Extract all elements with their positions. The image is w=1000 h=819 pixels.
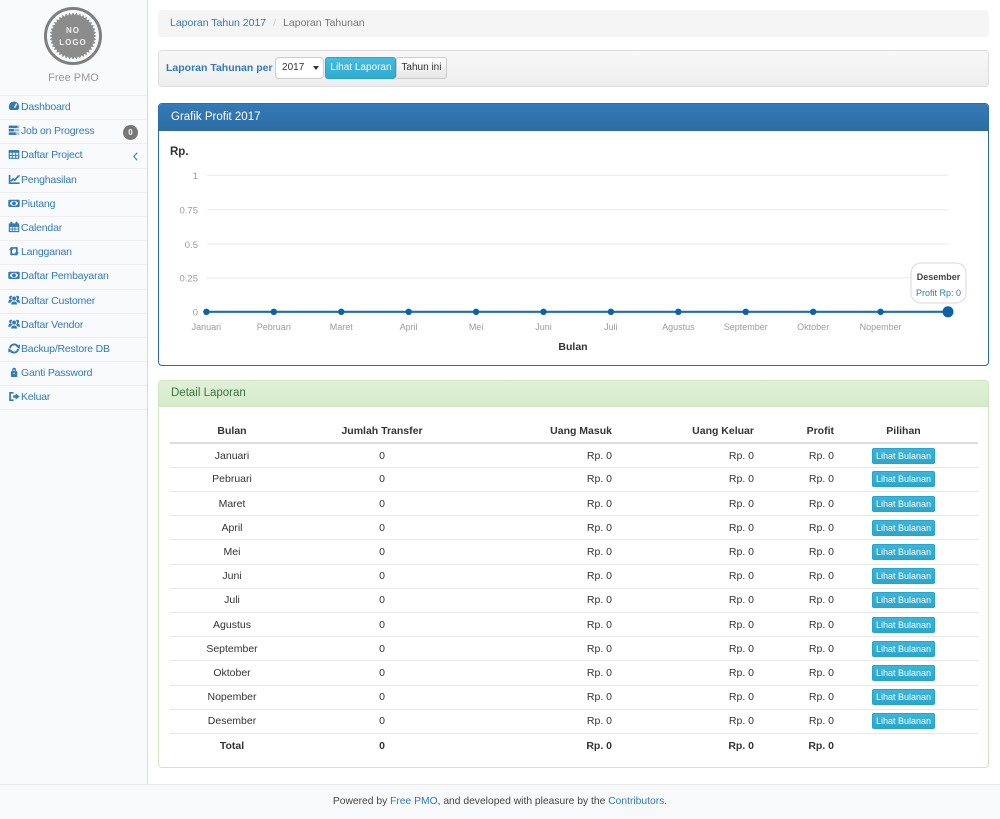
svg-text:Bulan: Bulan (558, 341, 587, 353)
svg-text:Januari: Januari (192, 322, 222, 332)
svg-text:Mei: Mei (469, 322, 484, 332)
svg-text:Oktober: Oktober (797, 322, 829, 332)
svg-text:April: April (400, 322, 418, 332)
svg-text:0: 0 (193, 308, 198, 319)
svg-text:Profit Rp: 0: Profit Rp: 0 (916, 288, 961, 298)
svg-text:Desember: Desember (917, 272, 961, 282)
svg-text:Agustus: Agustus (662, 322, 695, 332)
svg-text:Rp.: Rp. (170, 146, 189, 158)
svg-text:NO: NO (66, 26, 80, 35)
svg-text:1: 1 (193, 171, 198, 182)
svg-text:Pebruari: Pebruari (257, 322, 291, 332)
svg-text:Juni: Juni (535, 322, 552, 332)
svg-text:Juli: Juli (604, 322, 618, 332)
svg-text:Nopember: Nopember (860, 322, 902, 332)
svg-text:LOGO: LOGO (59, 38, 87, 47)
svg-text:Maret: Maret (330, 322, 354, 332)
svg-text:0.75: 0.75 (180, 206, 199, 217)
svg-text:September: September (724, 322, 768, 332)
svg-text:0.25: 0.25 (180, 274, 199, 285)
svg-text:0.5: 0.5 (185, 240, 198, 251)
